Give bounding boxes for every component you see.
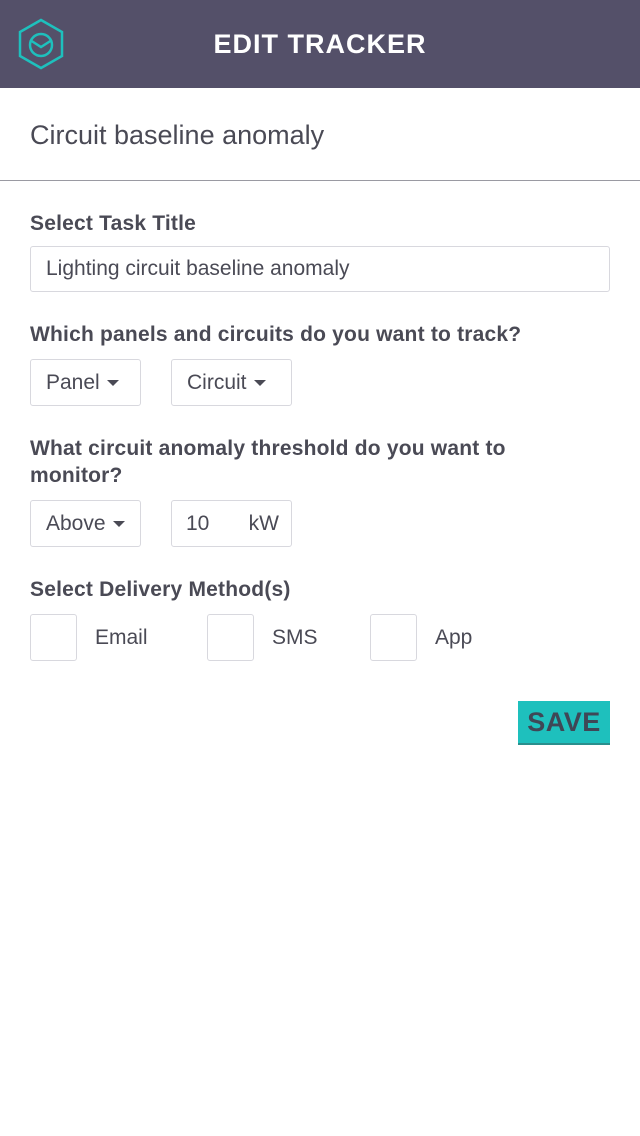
- threshold-direction-label: Above: [46, 511, 106, 535]
- tracker-name-row: Circuit baseline anomaly: [0, 88, 640, 181]
- email-checkbox-label: Email: [95, 626, 148, 649]
- circuit-dropdown-label: Circuit: [187, 370, 247, 394]
- caret-down-icon: [112, 520, 125, 527]
- task-title-label: Select Task Title: [30, 212, 197, 235]
- circuit-dropdown[interactable]: Circuit: [171, 359, 292, 406]
- threshold-value: 10: [186, 511, 210, 535]
- app-header: EDIT TRACKER: [0, 0, 640, 88]
- caret-down-icon: [253, 379, 266, 386]
- threshold-unit: kW: [248, 511, 279, 535]
- threshold-label-line2: monitor?: [30, 464, 123, 487]
- panel-dropdown-label: Panel: [46, 370, 100, 394]
- email-checkbox[interactable]: [30, 614, 77, 661]
- task-title-input[interactable]: Lighting circuit baseline anomaly: [30, 246, 610, 292]
- threshold-label-line1: What circuit anomaly threshold do you wa…: [30, 437, 506, 460]
- caret-down-icon: [106, 379, 119, 386]
- task-title-value: Lighting circuit baseline anomaly: [46, 257, 350, 280]
- hexagon-clock-logo-icon[interactable]: [18, 18, 64, 70]
- tracking-label: Which panels and circuits do you want to…: [30, 323, 522, 346]
- threshold-value-input[interactable]: 10 kW: [171, 500, 292, 547]
- app-checkbox-label: App: [435, 626, 473, 649]
- save-button[interactable]: SAVE: [518, 701, 610, 745]
- panel-dropdown[interactable]: Panel: [30, 359, 141, 406]
- threshold-direction-dropdown[interactable]: Above: [30, 500, 141, 547]
- sms-checkbox[interactable]: [207, 614, 254, 661]
- page-title: EDIT TRACKER: [213, 28, 427, 59]
- sms-checkbox-label: SMS: [272, 626, 318, 649]
- tracker-name: Circuit baseline anomaly: [30, 120, 325, 150]
- delivery-label: Select Delivery Method(s): [30, 578, 291, 601]
- app-checkbox[interactable]: [370, 614, 417, 661]
